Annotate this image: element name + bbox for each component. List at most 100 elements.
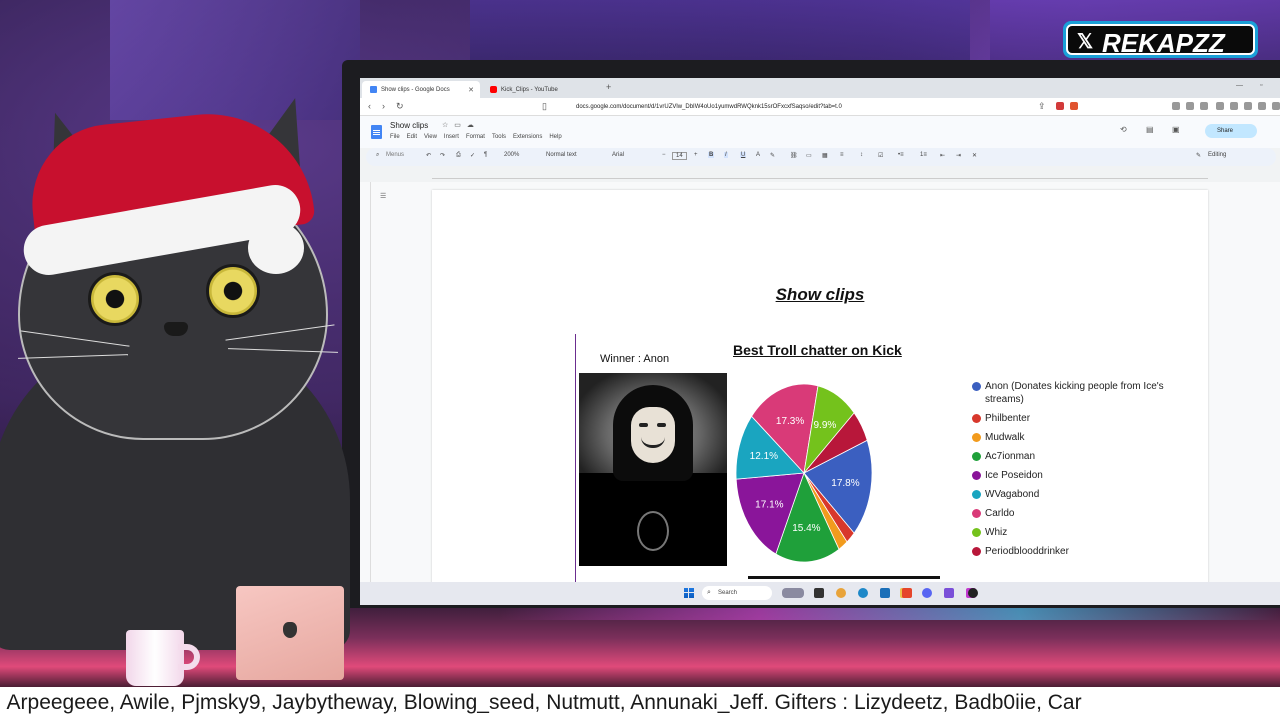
pink-laptop <box>236 586 344 680</box>
star-icon[interactable]: ☆ <box>442 122 454 129</box>
extension-icon[interactable] <box>1216 102 1224 110</box>
title-icons: ☆▭☁ <box>442 121 480 129</box>
minimize-icon[interactable]: — <box>1236 82 1243 89</box>
undo-icon[interactable]: ↶ <box>426 152 431 159</box>
increase-font-icon[interactable]: + <box>694 152 698 158</box>
back-icon[interactable]: ‹ <box>368 101 371 111</box>
move-icon[interactable]: ▭ <box>454 122 467 129</box>
spellcheck-icon[interactable]: ✓ <box>470 152 475 159</box>
line-spacing-icon[interactable]: ↕ <box>860 152 863 158</box>
legend-swatch <box>972 509 981 518</box>
link-icon[interactable]: ⛓ <box>790 152 798 159</box>
extension-icon[interactable] <box>1186 102 1194 110</box>
style-select[interactable]: Normal text <box>546 152 577 158</box>
obs-icon[interactable] <box>968 588 978 598</box>
tab-kick-clips[interactable]: Kick_Clips - YouTube <box>482 81 600 98</box>
taskbar-search[interactable]: ⌕ Search <box>702 586 772 600</box>
bold-button[interactable]: B <box>708 152 715 158</box>
task-view-icon[interactable] <box>814 588 824 598</box>
align-icon[interactable]: ≡ <box>840 152 844 158</box>
windows-start-icon[interactable] <box>684 588 694 598</box>
extension-icon[interactable] <box>1230 102 1238 110</box>
widgets-icon[interactable] <box>782 588 804 598</box>
document-page[interactable]: Show clips Winner : Anon Best Troll chat… <box>432 190 1208 605</box>
anonymous-image[interactable] <box>579 373 727 566</box>
close-tab-icon[interactable]: ✕ <box>468 86 474 94</box>
menu-help[interactable]: Help <box>549 134 561 140</box>
store-icon[interactable] <box>880 588 890 598</box>
bookmark-icon[interactable]: ▯ <box>542 101 547 112</box>
edge-icon[interactable] <box>858 588 868 598</box>
italic-button[interactable]: I <box>724 152 728 158</box>
menu-insert[interactable]: Insert <box>444 134 459 140</box>
text-color-icon[interactable]: A <box>756 152 760 158</box>
pie-slice-label: 17.3% <box>776 416 804 427</box>
search-menus-input[interactable]: Menus <box>386 152 404 158</box>
maximize-icon[interactable]: ▫ <box>1260 82 1262 89</box>
comment-icon[interactable]: ▤ <box>1146 125 1154 134</box>
browser-window: Show clips - Google Docs ✕ Kick_Clips - … <box>360 78 1280 605</box>
history-icon[interactable]: ⟲ <box>1120 125 1127 134</box>
redo-icon[interactable]: ↷ <box>440 152 445 159</box>
chrome-icon[interactable] <box>836 588 846 598</box>
extension-icon[interactable] <box>1200 102 1208 110</box>
menu-format[interactable]: Format <box>466 134 485 140</box>
menu-extensions[interactable]: Extensions <box>513 134 542 140</box>
highlight-icon[interactable]: ✎ <box>770 152 775 159</box>
font-select[interactable]: Arial <box>612 152 624 158</box>
bulleted-list-icon[interactable]: •≡ <box>898 152 904 158</box>
menu-edit[interactable]: Edit <box>407 134 417 140</box>
app-icon[interactable] <box>944 588 954 598</box>
meet-icon[interactable]: ▣ <box>1172 125 1180 134</box>
background-window <box>110 0 360 120</box>
print-icon[interactable]: ⎙ <box>456 152 461 159</box>
extension-icon[interactable] <box>1056 102 1064 110</box>
legend-item: Anon (Donates kicking people from Ice's … <box>972 380 1172 406</box>
reload-icon[interactable]: ↻ <box>396 101 404 112</box>
extension-icon[interactable] <box>1070 102 1078 110</box>
google-docs-logo-icon[interactable] <box>371 125 382 139</box>
paint-format-icon[interactable]: ¶ <box>484 152 487 158</box>
chart-title[interactable]: Best Troll chatter on Kick <box>733 342 902 358</box>
winner-label[interactable]: Winner : Anon <box>600 353 669 365</box>
decrease-indent-icon[interactable]: ⇤ <box>940 152 945 159</box>
image-icon[interactable]: ▦ <box>822 152 828 159</box>
vertical-ruler[interactable] <box>365 182 371 602</box>
numbered-list-icon[interactable]: 1≡ <box>920 152 927 158</box>
menu-file[interactable]: File <box>390 134 400 140</box>
share-button[interactable]: Share <box>1205 124 1257 138</box>
pie-chart[interactable]: 17.8% 15.4% 17.1% 12.1% 17.3% 9.9% <box>734 384 874 562</box>
menu-tools[interactable]: Tools <box>492 134 506 140</box>
new-tab-icon[interactable]: + <box>606 82 611 92</box>
menu-view[interactable]: View <box>424 134 437 140</box>
extension-icon[interactable] <box>1244 102 1252 110</box>
legend-swatch <box>972 471 981 480</box>
increase-indent-icon[interactable]: ⇥ <box>956 152 961 159</box>
extension-icon[interactable] <box>1258 102 1266 110</box>
document-outline-icon[interactable]: ☰ <box>380 192 386 200</box>
editing-mode-select[interactable]: Editing <box>1208 152 1226 158</box>
horizontal-ruler[interactable] <box>432 171 1208 179</box>
clear-formatting-icon[interactable]: ✕ <box>972 152 977 159</box>
forward-icon[interactable]: › <box>382 101 385 111</box>
add-comment-icon[interactable]: ▭ <box>806 152 812 159</box>
brave-icon[interactable] <box>902 588 912 598</box>
discord-icon[interactable] <box>922 588 932 598</box>
extension-icon[interactable] <box>1272 102 1280 110</box>
cloud-icon[interactable]: ☁ <box>467 122 480 129</box>
document-heading[interactable]: Show clips <box>432 285 1208 305</box>
extension-icon[interactable] <box>1172 102 1180 110</box>
social-badge: 𝕏 REKAPZZ <box>1063 21 1258 58</box>
editing-mode-icon[interactable]: ✎ <box>1196 152 1201 159</box>
font-size-field[interactable]: 14 <box>672 152 687 160</box>
tab-show-clips[interactable]: Show clips - Google Docs ✕ <box>362 81 480 98</box>
underline-button[interactable]: U <box>740 152 747 158</box>
search-menus-icon[interactable]: ⌕ <box>376 152 379 159</box>
legend-swatch <box>972 528 981 537</box>
document-title[interactable]: Show clips <box>390 121 428 130</box>
decrease-font-icon[interactable]: − <box>662 152 666 158</box>
legend-label: Ice Poseidon <box>985 470 1043 481</box>
share-page-icon[interactable]: ⇪ <box>1038 101 1046 112</box>
zoom-select[interactable]: 200% <box>504 152 519 158</box>
checklist-icon[interactable]: ☑ <box>878 152 883 159</box>
